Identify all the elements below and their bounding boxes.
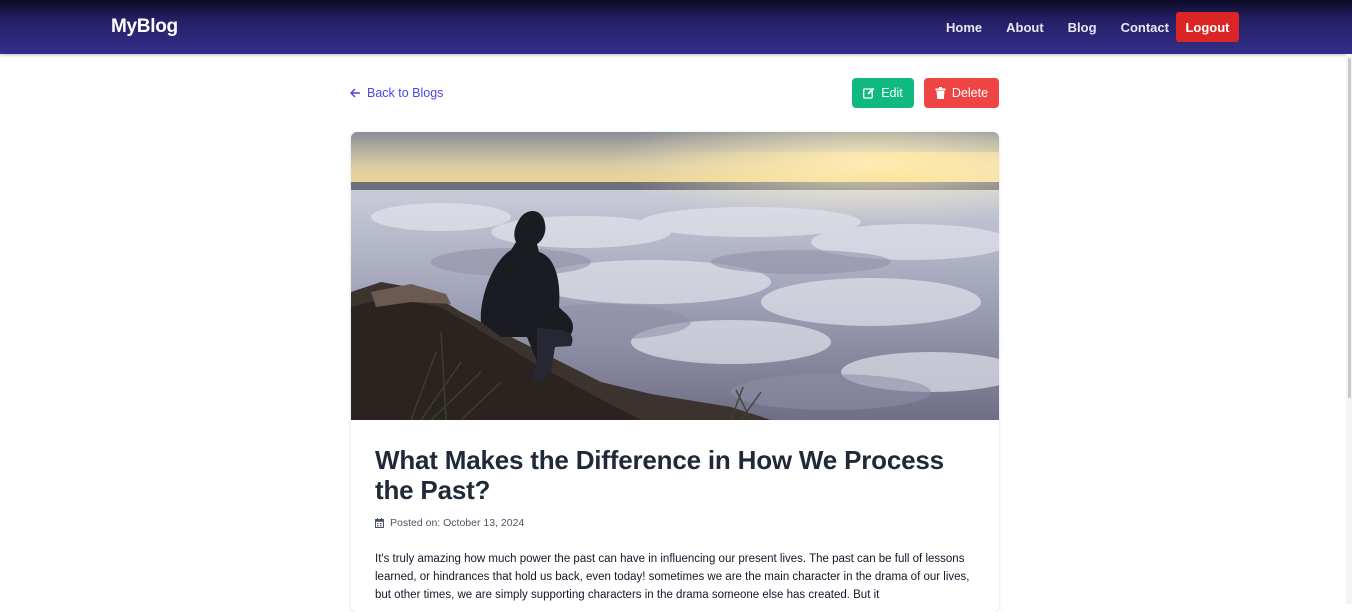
hero-image [351, 132, 999, 420]
brand-logo[interactable]: MyBlog [111, 16, 178, 38]
blog-post-card: What Makes the Difference in How We Proc… [351, 132, 999, 612]
delete-button[interactable]: Delete [924, 78, 999, 108]
post-date: Posted on: October 13, 2024 [390, 517, 525, 529]
nav-links: Home About Blog Contact [946, 20, 1193, 35]
back-to-blogs-link[interactable]: Back to Blogs [350, 86, 443, 100]
post-body: It's truly amazing how much power the pa… [375, 553, 970, 601]
post-title: What Makes the Difference in How We Proc… [375, 445, 944, 505]
nav-home[interactable]: Home [946, 20, 982, 35]
scrollbar-thumb[interactable] [1348, 58, 1351, 398]
back-link-label: Back to Blogs [367, 86, 444, 100]
top-navbar: MyBlog Home About Blog Contact Logout [0, 0, 1352, 54]
post-meta: Posted on: October 13, 2024 [375, 517, 524, 529]
nav-blog[interactable]: Blog [1068, 20, 1097, 35]
calendar-icon [375, 518, 384, 528]
nav-about[interactable]: About [1006, 20, 1044, 35]
edit-button[interactable]: Edit [852, 78, 914, 108]
edit-icon [863, 87, 875, 99]
trash-icon [935, 87, 946, 99]
logout-button[interactable]: Logout [1176, 12, 1239, 42]
arrow-left-icon [350, 88, 360, 98]
delete-label: Delete [951, 86, 989, 100]
nav-contact[interactable]: Contact [1121, 20, 1169, 35]
edit-label: Edit [881, 86, 903, 100]
